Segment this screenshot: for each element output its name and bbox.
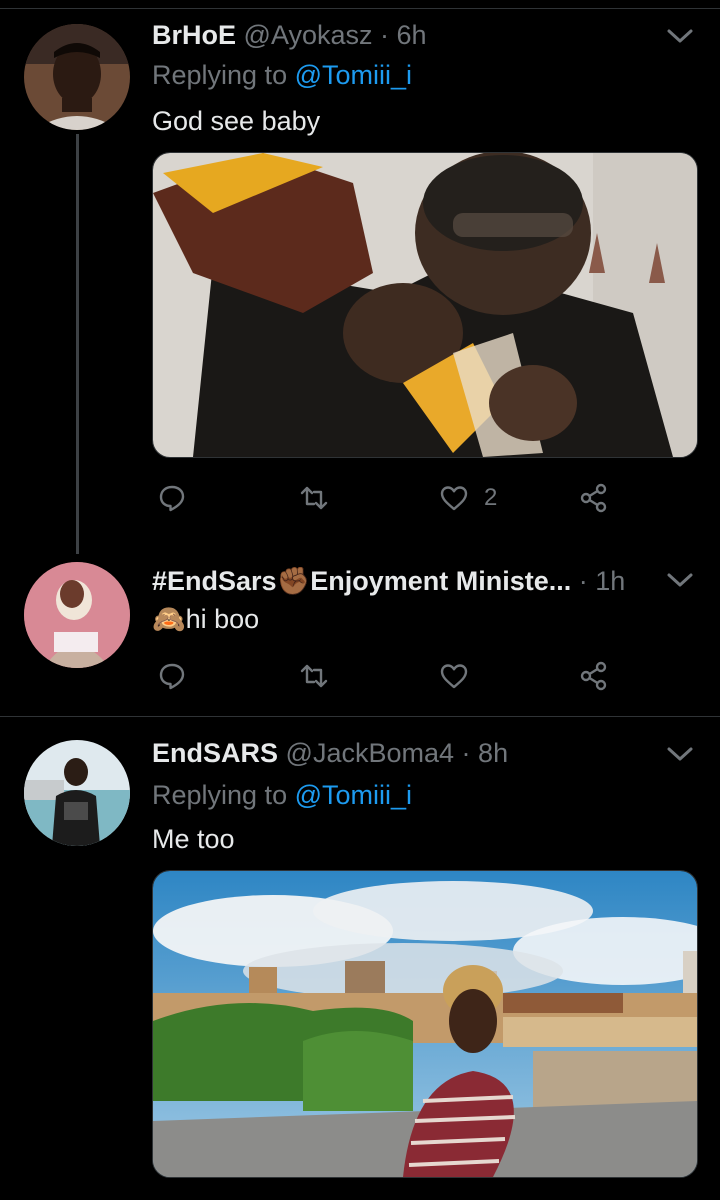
avatar[interactable] bbox=[24, 562, 130, 668]
avatar[interactable] bbox=[24, 740, 130, 846]
chevron-down-icon[interactable] bbox=[666, 26, 694, 46]
timestamp[interactable]: 6h bbox=[397, 20, 427, 50]
tweet-text: hi boo bbox=[185, 604, 260, 634]
retweet-icon bbox=[300, 486, 328, 510]
reply-icon bbox=[159, 485, 185, 512]
tweet-actions bbox=[152, 656, 622, 696]
chevron-down-icon[interactable] bbox=[666, 744, 694, 764]
timestamp[interactable]: 1h bbox=[595, 566, 625, 596]
display-name-suffix[interactable]: Enjoyment Ministe... bbox=[310, 566, 571, 596]
tweet-header: EndSARS @JackBoma4 · 8h bbox=[152, 736, 660, 770]
share-button[interactable] bbox=[578, 478, 610, 518]
tweet-text-line: 🙈hi boo bbox=[152, 602, 259, 636]
tweet-jackboma[interactable]: EndSARS @JackBoma4 · 8h Replying to @Tom… bbox=[0, 718, 720, 1200]
reply-icon bbox=[159, 663, 185, 690]
avatar[interactable] bbox=[24, 24, 130, 130]
tweet-header: #EndSars✊🏾Enjoyment Ministe... · 1h bbox=[152, 564, 660, 598]
reply-button[interactable] bbox=[156, 478, 202, 518]
like-count: 2 bbox=[484, 484, 498, 511]
share-icon bbox=[580, 483, 607, 513]
chevron-down-icon[interactable] bbox=[666, 570, 694, 590]
separator-dot: · bbox=[461, 738, 471, 768]
share-button[interactable] bbox=[578, 656, 610, 696]
timestamp[interactable]: 8h bbox=[478, 738, 508, 768]
raised-fist-emoji: ✊🏾 bbox=[276, 566, 311, 596]
retweet-button[interactable] bbox=[298, 478, 344, 518]
like-button[interactable]: 2 bbox=[438, 478, 497, 518]
retweet-icon bbox=[300, 664, 328, 688]
replying-to: Replying to @Tomiii_i bbox=[152, 778, 412, 812]
share-icon bbox=[580, 661, 607, 691]
thread-line bbox=[76, 134, 79, 554]
display-name[interactable]: EndSARS bbox=[152, 738, 278, 768]
like-button[interactable] bbox=[438, 656, 484, 696]
divider bbox=[0, 716, 720, 717]
like-icon bbox=[440, 664, 468, 689]
replying-prefix: Replying to bbox=[152, 780, 295, 810]
tweet-text: Me too bbox=[152, 824, 235, 854]
tweet-brhoe[interactable]: BrHoE @Ayokasz · 6h Replying to @Tomiii_… bbox=[0, 0, 720, 560]
separator-dot: · bbox=[380, 20, 390, 50]
tweet-text: God see baby bbox=[152, 106, 321, 136]
retweet-button[interactable] bbox=[298, 656, 344, 696]
tweet-media-image[interactable] bbox=[152, 152, 698, 458]
like-icon bbox=[440, 486, 468, 511]
reply-button[interactable] bbox=[156, 656, 202, 696]
tweet-actions: 2 bbox=[152, 478, 622, 518]
replying-prefix: Replying to bbox=[152, 60, 295, 90]
handle[interactable]: @JackBoma4 bbox=[286, 738, 454, 768]
separator-dot: · bbox=[578, 566, 588, 596]
tweet-feed: BrHoE @Ayokasz · 6h Replying to @Tomiii_… bbox=[0, 0, 720, 1200]
tweet-endsars-enjoyment[interactable]: #EndSars✊🏾Enjoyment Ministe... · 1h 🙈hi … bbox=[0, 556, 720, 716]
mention-link[interactable]: @Tomiii_i bbox=[295, 60, 412, 90]
tweet-media-image[interactable] bbox=[152, 870, 698, 1178]
display-name-prefix[interactable]: #EndSars bbox=[152, 566, 277, 596]
tweet-header: BrHoE @Ayokasz · 6h bbox=[152, 18, 660, 52]
see-no-evil-emoji: 🙈 bbox=[152, 604, 186, 634]
handle[interactable]: @Ayokasz bbox=[244, 20, 373, 50]
replying-to: Replying to @Tomiii_i bbox=[152, 58, 412, 92]
mention-link[interactable]: @Tomiii_i bbox=[295, 780, 412, 810]
display-name[interactable]: BrHoE bbox=[152, 20, 236, 50]
